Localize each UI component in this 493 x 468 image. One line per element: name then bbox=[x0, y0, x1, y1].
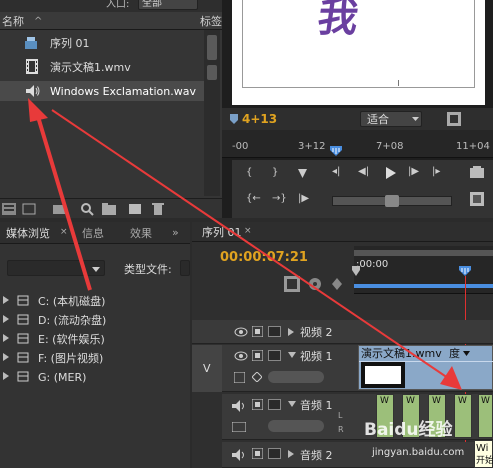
annotation-arrows bbox=[28, 98, 462, 390]
watermark: Baidu经验 jingyan.baidu.com bbox=[362, 418, 472, 464]
watermark-brand: Baidu经验 bbox=[364, 420, 453, 440]
watermark-url: jingyan.baidu.com bbox=[372, 447, 465, 458]
